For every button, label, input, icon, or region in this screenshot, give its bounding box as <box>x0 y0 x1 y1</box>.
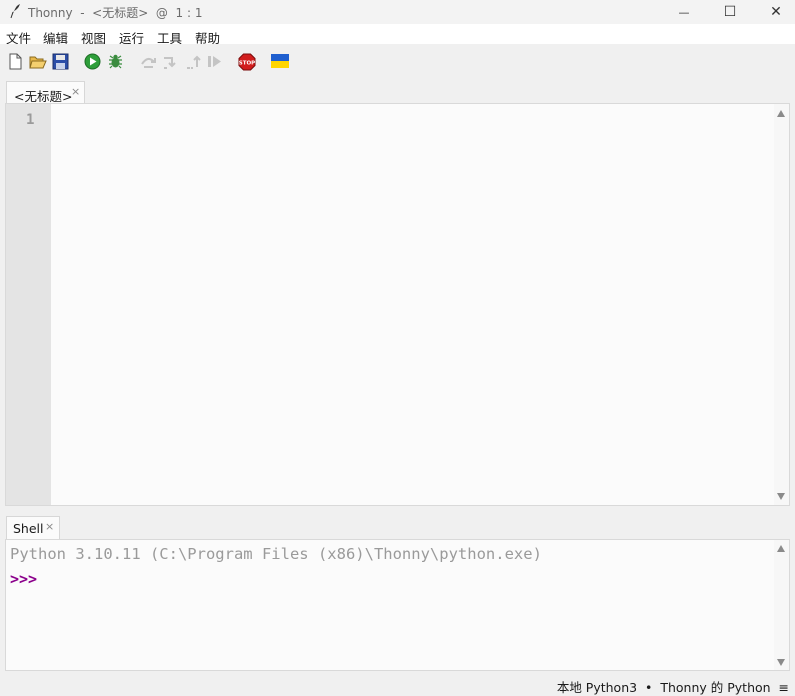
run-icon[interactable] <box>84 53 101 70</box>
shell-prompt[interactable]: >>> <box>10 570 37 588</box>
resume-icon[interactable] <box>206 53 223 70</box>
window-title: Thonny - <无标题> @ 1 : 1 <box>28 6 203 20</box>
thonny-logo-icon <box>8 3 22 22</box>
line-number: 1 <box>26 112 35 128</box>
code-editor[interactable] <box>51 104 774 505</box>
shell-version-line: Python 3.10.11 (C:\Program Files (x86)\T… <box>10 545 542 563</box>
shell-scroll-up-icon[interactable] <box>777 545 785 552</box>
shell-tab-label: Shell <box>13 521 44 536</box>
interpreter-selector[interactable]: 本地 Python3 • Thonny 的 Python ≡ <box>557 677 789 696</box>
maximize-button[interactable]: ☐ <box>707 0 753 24</box>
editor-tab[interactable]: <无标题> × <box>6 81 85 104</box>
shell-scrollbar[interactable] <box>774 540 789 670</box>
ukraine-flag-icon[interactable] <box>271 53 289 70</box>
editor-scrollbar[interactable] <box>774 104 789 505</box>
debug-icon[interactable] <box>107 53 124 70</box>
shell-tab[interactable]: Shell × <box>6 516 60 539</box>
shell-tab-close-icon[interactable]: × <box>45 520 54 533</box>
step-out-icon[interactable] <box>185 53 202 70</box>
line-number-gutter <box>6 104 51 505</box>
close-button[interactable]: ✕ <box>753 0 795 24</box>
editor-tab-close-icon[interactable]: × <box>71 85 80 98</box>
save-icon[interactable] <box>52 53 69 70</box>
scroll-up-icon[interactable] <box>777 110 785 117</box>
open-file-icon[interactable] <box>29 53 47 70</box>
stop-icon[interactable]: STOP <box>238 53 256 71</box>
minimize-button[interactable]: — <box>661 0 707 24</box>
stop-icon-label: STOP <box>239 61 255 67</box>
scroll-down-icon[interactable] <box>777 493 785 500</box>
shell-scroll-down-icon[interactable] <box>777 659 785 666</box>
step-into-icon[interactable] <box>162 53 179 70</box>
new-file-icon[interactable] <box>7 53 24 70</box>
step-over-icon[interactable] <box>140 53 157 70</box>
